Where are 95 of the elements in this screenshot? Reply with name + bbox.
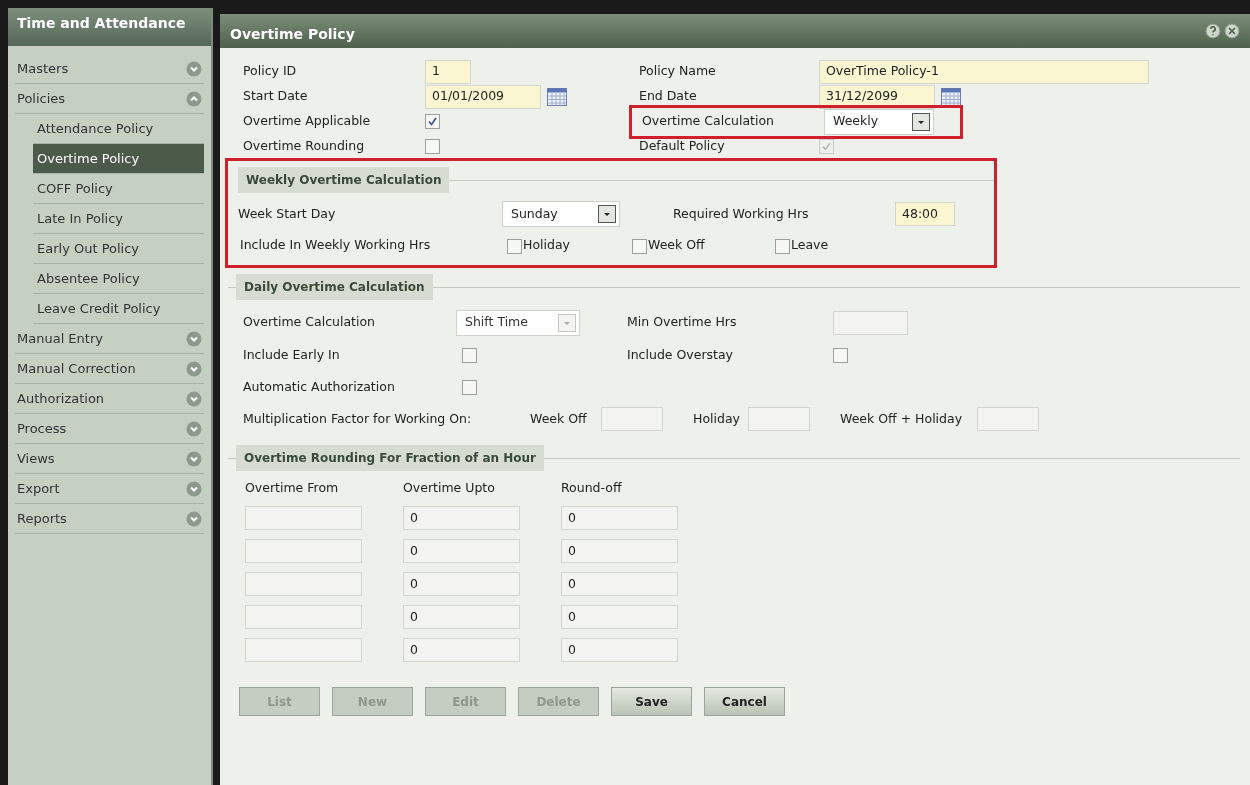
expand-icon[interactable] bbox=[186, 390, 202, 407]
checkbox[interactable] bbox=[507, 239, 522, 255]
section-title: Overtime Rounding For Fraction of an Hour bbox=[236, 445, 544, 471]
option-label: Holiday bbox=[523, 235, 570, 254]
input-field[interactable]: 1 bbox=[425, 59, 471, 84]
sidebar-item[interactable]: Views bbox=[15, 444, 204, 474]
calendar-icon[interactable] bbox=[547, 87, 567, 106]
checkbox[interactable] bbox=[425, 139, 440, 154]
dropdown[interactable]: Sunday bbox=[502, 201, 620, 227]
input-field[interactable] bbox=[245, 539, 362, 563]
section-title: Weekly Overtime Calculation bbox=[238, 167, 450, 193]
field-label: Include In Weekly Working Hrs bbox=[240, 235, 432, 254]
sidebar-subitem[interactable]: Late In Policy bbox=[33, 204, 204, 234]
expand-icon[interactable] bbox=[186, 360, 202, 377]
field-label: Policy Name bbox=[639, 62, 717, 81]
field-label: Automatic Authorization bbox=[243, 377, 396, 396]
sidebar-item[interactable]: Process bbox=[15, 414, 204, 444]
dialog-title: Overtime Policy bbox=[230, 24, 355, 44]
checkbox[interactable] bbox=[462, 347, 477, 363]
field-label: Overtime Rounding bbox=[243, 137, 366, 156]
field-label: Policy ID bbox=[243, 62, 298, 81]
field-label: End Date bbox=[639, 87, 698, 106]
expand-icon[interactable] bbox=[186, 480, 202, 497]
sidebar-item[interactable]: Authorization bbox=[15, 384, 204, 414]
field-label: Week Start Day bbox=[238, 204, 337, 223]
input-field[interactable]: 0 bbox=[403, 539, 520, 563]
input-field[interactable]: 0 bbox=[561, 605, 678, 629]
checkbox[interactable] bbox=[425, 114, 440, 129]
calendar-icon[interactable] bbox=[941, 87, 961, 106]
input-field[interactable]: 01/01/2009 bbox=[425, 84, 541, 109]
sidebar-item[interactable]: Manual Entry bbox=[15, 324, 204, 354]
input-field[interactable] bbox=[245, 638, 362, 662]
sidebar-item[interactable]: Export bbox=[15, 474, 204, 504]
input-field[interactable] bbox=[245, 506, 362, 530]
action-button[interactable]: Save bbox=[611, 687, 692, 716]
dropdown[interactable]: Weekly bbox=[824, 108, 934, 135]
field-label: Start Date bbox=[243, 87, 309, 106]
checkbox[interactable] bbox=[632, 239, 647, 255]
field-label: Round-off bbox=[561, 479, 623, 497]
sidebar-subitem[interactable]: Leave Credit Policy bbox=[33, 294, 204, 324]
expand-icon[interactable] bbox=[186, 60, 202, 77]
input-field[interactable] bbox=[748, 407, 810, 431]
expand-icon[interactable] bbox=[186, 510, 202, 527]
input-field[interactable] bbox=[833, 310, 908, 335]
input-field[interactable] bbox=[977, 407, 1039, 431]
input-field[interactable] bbox=[245, 605, 362, 629]
sidebar-title: Time and Attendance bbox=[8, 8, 211, 46]
input-field[interactable] bbox=[601, 407, 663, 431]
field-label: Holiday bbox=[693, 409, 741, 428]
input-field[interactable]: 0 bbox=[561, 506, 678, 530]
expand-icon[interactable] bbox=[186, 450, 202, 467]
help-icon[interactable] bbox=[1205, 23, 1221, 39]
checkbox[interactable] bbox=[775, 239, 790, 255]
checkbox[interactable] bbox=[833, 347, 848, 363]
field-label: Week Off bbox=[530, 409, 588, 428]
sidebar-subitem[interactable]: Overtime Policy bbox=[33, 144, 204, 174]
sidebar-item[interactable]: Policies bbox=[15, 84, 204, 114]
field-label: Overtime Calculation bbox=[243, 313, 376, 332]
field-label: Overtime From bbox=[245, 479, 340, 497]
option-label: Week Off bbox=[648, 235, 705, 254]
field-label: Include Early In bbox=[243, 345, 341, 364]
collapse-icon[interactable] bbox=[186, 90, 202, 107]
input-field[interactable]: 0 bbox=[561, 539, 678, 563]
field-label: Min Overtime Hrs bbox=[627, 313, 738, 332]
sidebar-subitem[interactable]: Early Out Policy bbox=[33, 234, 204, 264]
sidebar-subitem[interactable]: Absentee Policy bbox=[33, 264, 204, 294]
input-field[interactable]: 0 bbox=[561, 572, 678, 596]
input-field[interactable]: 0 bbox=[403, 506, 520, 530]
input-field[interactable] bbox=[245, 572, 362, 596]
expand-icon[interactable] bbox=[186, 330, 202, 347]
input-field[interactable]: 0 bbox=[403, 638, 520, 662]
input-field[interactable]: OverTime Policy-1 bbox=[819, 59, 1149, 84]
field-label: Week Off + Holiday bbox=[840, 409, 964, 428]
field-label: Required Working Hrs bbox=[673, 204, 810, 223]
input-field[interactable]: 48:00 bbox=[895, 202, 955, 226]
field-label: Include Overstay bbox=[627, 345, 734, 364]
checkbox[interactable] bbox=[462, 379, 477, 395]
close-icon[interactable] bbox=[1224, 23, 1240, 39]
option-label: Leave bbox=[791, 235, 829, 254]
section-title: Daily Overtime Calculation bbox=[236, 274, 433, 300]
sidebar-item[interactable]: Reports bbox=[15, 504, 204, 534]
field-label: Multiplication Factor for Working On: bbox=[243, 409, 473, 428]
field-label: Overtime Upto bbox=[403, 479, 496, 497]
input-field[interactable]: 31/12/2099 bbox=[819, 84, 935, 109]
sidebar-item[interactable]: Masters bbox=[15, 54, 204, 84]
sidebar-subitem[interactable]: COFF Policy bbox=[33, 174, 204, 204]
action-button[interactable]: Cancel bbox=[704, 687, 785, 716]
expand-icon[interactable] bbox=[186, 420, 202, 437]
input-field[interactable]: 0 bbox=[403, 605, 520, 629]
input-field[interactable]: 0 bbox=[561, 638, 678, 662]
field-label: Overtime Calculation bbox=[642, 112, 775, 131]
field-label: Default Policy bbox=[639, 137, 726, 156]
input-field[interactable]: 0 bbox=[403, 572, 520, 596]
field-label: Overtime Applicable bbox=[243, 112, 372, 131]
sidebar-item[interactable]: Manual Correction bbox=[15, 354, 204, 384]
